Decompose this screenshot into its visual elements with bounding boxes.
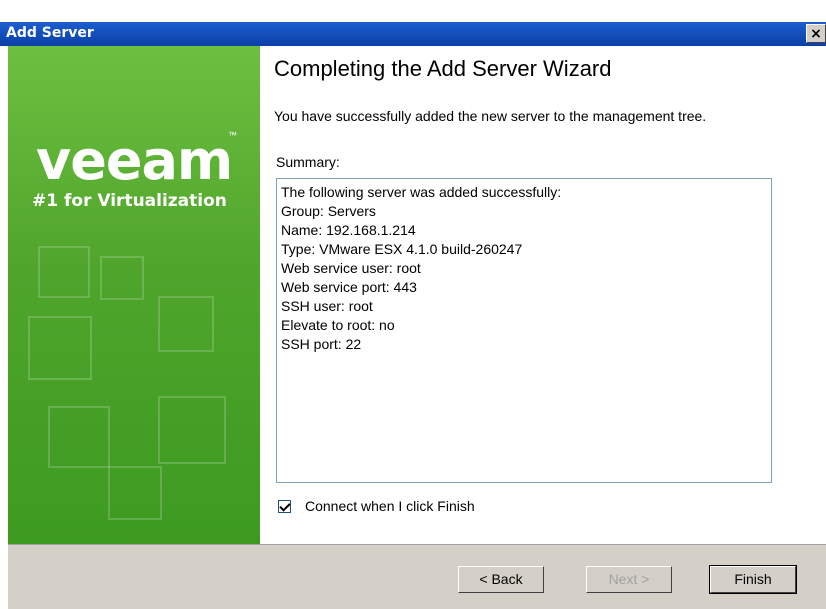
back-button[interactable]: < Back [458, 566, 544, 593]
decor-square [48, 406, 110, 468]
finish-button-label: Finish [734, 571, 772, 587]
summary-textbox[interactable]: The following server was added successfu… [276, 178, 772, 483]
decor-square [38, 246, 90, 298]
connect-checkbox[interactable] [278, 499, 291, 513]
finish-button[interactable]: Finish [709, 565, 797, 594]
summary-line: SSH user: root [281, 298, 373, 314]
next-button[interactable]: Next > [586, 566, 672, 593]
summary-line: The following server was added successfu… [281, 184, 562, 200]
decor-square [100, 256, 144, 300]
back-button-label: < Back [479, 571, 523, 587]
decor-square [158, 396, 226, 464]
window-title: Add Server [6, 25, 94, 41]
connect-checkbox-label[interactable]: Connect when I click Finish [305, 498, 475, 514]
summary-line: Type: VMware ESX 4.1.0 build-260247 [281, 241, 523, 257]
connect-checkbox-row[interactable]: Connect when I click Finish [278, 498, 475, 514]
summary-line: Group: Servers [281, 203, 376, 219]
sidebar-banner: veeam ™ #1 for Virtualization [8, 46, 260, 544]
decor-square [28, 316, 92, 380]
page-title: Completing the Add Server Wizard [274, 56, 612, 81]
title-bar-background[interactable] [0, 22, 826, 46]
wizard-content: Completing the Add Server Wizard You hav… [260, 46, 826, 544]
next-button-label: Next > [608, 571, 650, 587]
summary-line: Web service user: root [281, 260, 421, 276]
summary-line: Name: 192.168.1.214 [281, 222, 416, 238]
logo-tagline: #1 for Virtualization [32, 191, 227, 211]
summary-line: Web service port: 443 [281, 279, 417, 295]
decor-square [108, 466, 162, 520]
summary-label: Summary: [276, 154, 340, 170]
trademark-symbol: ™ [228, 130, 237, 140]
summary-line: Elevate to root: no [281, 317, 395, 333]
title-bar: Add Server × [0, 0, 826, 52]
button-bar: < Back Next > Finish [8, 544, 826, 609]
summary-line: SSH port: 22 [281, 336, 362, 352]
veeam-logo: veeam [36, 129, 233, 192]
page-description: You have successfully added the new serv… [274, 108, 707, 124]
decor-square [158, 296, 214, 352]
close-button[interactable]: × [806, 24, 826, 43]
